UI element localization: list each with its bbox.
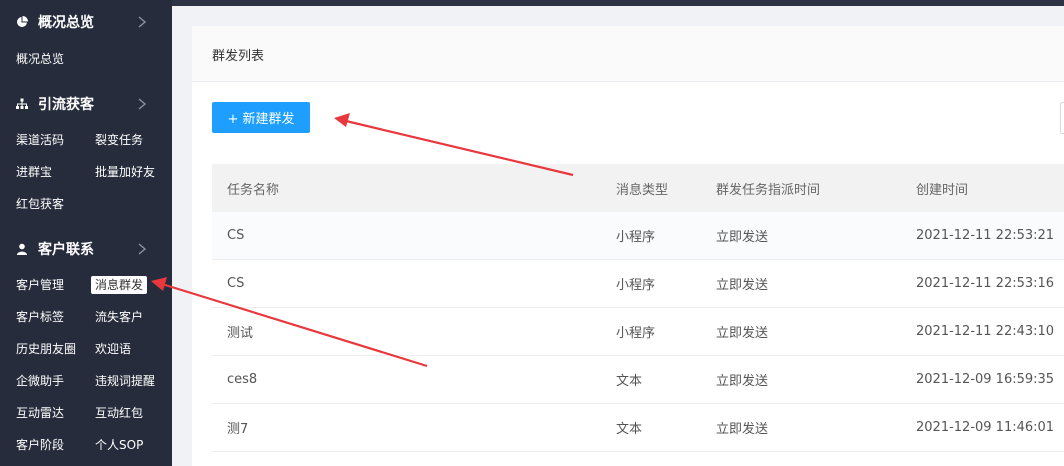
mass-message-panel: 群发列表 + 新建群发 任务名称 消息类型 群发任务指派时间 创建时间 CS 小… <box>192 26 1064 466</box>
sidebar-item-interaction-radar[interactable]: 互动雷达 <box>16 404 64 422</box>
task-name-cell: 测7 <box>227 422 249 437</box>
column-header-created-time: 创建时间 <box>916 182 969 198</box>
task-name-cell: CS <box>227 228 245 243</box>
sidebar-item-join-group[interactable]: 进群宝 <box>16 163 52 181</box>
created-time-cell: 2021-12-11 22:53:21 <box>916 228 1055 243</box>
sidebar-item-customer-tags[interactable]: 客户标签 <box>16 308 64 326</box>
sidebar-item-batch-add-friends[interactable]: 批量加好友 <box>95 163 155 181</box>
panel-header: 群发列表 <box>192 26 1064 82</box>
assign-time-cell: 立即发送 <box>716 422 769 437</box>
created-time-cell: 2021-12-11 22:53:16 <box>916 276 1055 291</box>
sidebar-item-violation-alert[interactable]: 违规词提醒 <box>95 372 155 390</box>
chevron-right-icon <box>138 98 147 110</box>
search-input[interactable] <box>1060 102 1064 134</box>
assign-time-cell: 立即发送 <box>716 230 769 245</box>
sidebar-item-interaction-red-packet[interactable]: 互动红包 <box>95 404 143 422</box>
sidebar-item-moments-history[interactable]: 历史朋友圈 <box>16 340 76 358</box>
mass-message-table: 任务名称 消息类型 群发任务指派时间 创建时间 CS 小程序 立即发送 2021… <box>212 164 1064 452</box>
task-name-cell: CS <box>227 276 245 291</box>
sidebar-item-channel-code[interactable]: 渠道活码 <box>16 131 64 149</box>
column-header-assign-time: 群发任务指派时间 <box>716 182 821 198</box>
pie-chart-icon <box>17 16 28 27</box>
assign-time-cell: 立即发送 <box>716 278 769 293</box>
sidebar-item-red-packet[interactable]: 红包获客 <box>16 195 64 213</box>
sidebar-section-acquisition[interactable]: 引流获客 <box>0 88 172 120</box>
assign-time-cell: 立即发送 <box>716 374 769 389</box>
sidebar-section-overview[interactable]: 概况总览 <box>0 6 172 38</box>
sidebar-section-title: 概况总览 <box>38 15 94 31</box>
sidebar-item-fission-task[interactable]: 裂变任务 <box>95 131 143 149</box>
table-row[interactable]: CS 小程序 立即发送 2021-12-11 22:53:21 <box>212 212 1064 260</box>
message-type-cell: 文本 <box>616 374 643 389</box>
sidebar-item-lost-customers[interactable]: 流失客户 <box>95 308 143 326</box>
chevron-right-icon <box>138 16 147 28</box>
created-time-cell: 2021-12-11 22:43:10 <box>916 324 1055 339</box>
table-row[interactable]: CS 小程序 立即发送 2021-12-11 22:53:16 <box>212 260 1064 308</box>
task-name-cell: 测试 <box>227 326 254 341</box>
table-row[interactable]: 测试 小程序 立即发送 2021-12-11 22:43:10 <box>212 308 1064 356</box>
table-row[interactable]: 测7 文本 立即发送 2021-12-09 11:46:01 <box>212 404 1064 452</box>
new-mass-message-button[interactable]: + 新建群发 <box>212 102 310 133</box>
sidebar-item-overview[interactable]: 概况总览 <box>16 50 64 68</box>
message-type-cell: 文本 <box>616 422 643 437</box>
table-header: 任务名称 消息类型 群发任务指派时间 创建时间 <box>212 164 1064 212</box>
sidebar-section-title: 客户联系 <box>38 242 94 258</box>
table-row[interactable]: ces8 文本 立即发送 2021-12-09 16:59:35 <box>212 356 1064 404</box>
sidebar-item-customer-stage[interactable]: 客户阶段 <box>16 436 64 454</box>
sidebar-item-personal-sop[interactable]: 个人SOP <box>95 436 143 454</box>
message-type-cell: 小程序 <box>616 326 656 341</box>
task-name-cell: ces8 <box>227 372 258 387</box>
created-time-cell: 2021-12-09 16:59:35 <box>916 372 1055 387</box>
sidebar-section-title: 引流获客 <box>38 97 94 113</box>
page-title: 群发列表 <box>212 49 265 64</box>
user-icon <box>17 243 27 255</box>
sidebar-item-customer-management[interactable]: 客户管理 <box>16 276 64 294</box>
assign-time-cell: 立即发送 <box>716 326 769 341</box>
sidebar-item-mass-message[interactable]: 消息群发 <box>91 276 148 294</box>
org-tree-icon <box>16 98 28 109</box>
column-header-message-type: 消息类型 <box>616 182 669 198</box>
sidebar-item-wecom-assistant[interactable]: 企微助手 <box>16 372 64 390</box>
sidebar: 概况总览 概况总览 引流获客 渠道活码 裂变任务 进群宝 批量加好友 红包获客 … <box>0 0 172 466</box>
created-time-cell: 2021-12-09 11:46:01 <box>916 420 1055 435</box>
chevron-right-icon <box>138 243 147 255</box>
sidebar-item-welcome-message[interactable]: 欢迎语 <box>95 340 131 358</box>
sidebar-section-customer-contact[interactable]: 客户联系 <box>0 233 172 265</box>
column-header-task-name: 任务名称 <box>227 182 280 198</box>
message-type-cell: 小程序 <box>616 278 656 293</box>
message-type-cell: 小程序 <box>616 230 656 245</box>
